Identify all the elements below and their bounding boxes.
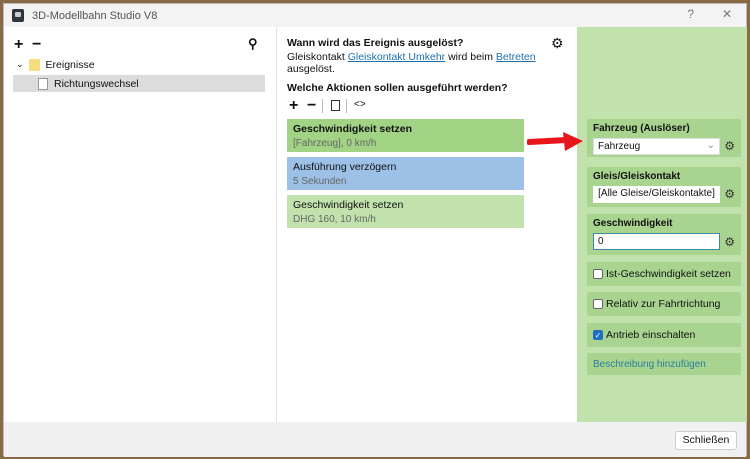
action-subtitle: [Fahrzeug], 0 km/h bbox=[293, 138, 377, 149]
add-action-icon[interactable]: + bbox=[289, 98, 298, 114]
close-dialog-button[interactable]: Schließen bbox=[675, 431, 737, 450]
properties-panel: Fahrzeug (Auslöser) Fahrzeug ⌄ ⚙ Gleis/Gl… bbox=[577, 27, 747, 422]
trigger-description: Gleiskontakt Gleiskontakt Umkehr wird be… bbox=[287, 51, 537, 75]
help-button[interactable]: ? bbox=[687, 7, 694, 21]
title-bar: 3D-Modellbahn Studio V8 ? ✕ bbox=[4, 4, 746, 27]
gear-icon[interactable]: ⚙ bbox=[724, 187, 735, 201]
action-title: Geschwindigkeit setzen bbox=[293, 199, 404, 211]
speed-label: Geschwindigkeit bbox=[593, 218, 673, 229]
event-tree-panel: + − ⚲ ⌄ Ereignisse Richtungswechsel bbox=[4, 27, 276, 422]
action-item[interactable]: Geschwindigkeit setzen [Fahrzeug], 0 km/h bbox=[287, 119, 524, 152]
window-title: 3D-Modellbahn Studio V8 bbox=[32, 9, 158, 22]
copy-icon[interactable] bbox=[331, 100, 340, 111]
close-button[interactable]: ✕ bbox=[722, 7, 732, 21]
action-title: Ausführung verzögern bbox=[293, 161, 397, 173]
action-item[interactable]: Ausführung verzögern 5 Sekunden bbox=[287, 157, 524, 190]
gear-icon[interactable]: ⚙ bbox=[724, 235, 735, 249]
code-icon[interactable]: <> bbox=[354, 99, 366, 110]
vehicle-value: Fahrzeug bbox=[598, 141, 641, 152]
action-subtitle: 5 Sekunden bbox=[293, 176, 347, 187]
track-field-card: Gleis/Gleiskontakt [Alle Gleise/Gleiskon… bbox=[587, 167, 741, 207]
event-detail-panel: Wann wird das Ereignis ausgelöst? ⚙ Glei… bbox=[277, 27, 577, 422]
add-description-link[interactable]: Beschreibung hinzufügen bbox=[593, 359, 706, 370]
folder-icon bbox=[28, 58, 40, 71]
text: ausgelöst. bbox=[287, 63, 335, 75]
add-icon[interactable]: + bbox=[14, 37, 23, 53]
speed-input[interactable]: 0 bbox=[593, 233, 720, 250]
tree-item-richtungswechsel[interactable]: Richtungswechsel bbox=[13, 75, 265, 92]
remove-icon[interactable]: − bbox=[32, 37, 41, 53]
text: wird beim bbox=[445, 51, 496, 63]
tree-item-ereignisse[interactable]: ⌄ Ereignisse bbox=[16, 56, 95, 73]
checkbox[interactable] bbox=[593, 269, 603, 280]
dialog-window: 3D-Modellbahn Studio V8 ? ✕ + − ⚲ ⌄ Erei… bbox=[3, 3, 747, 457]
gear-icon[interactable]: ⚙ bbox=[724, 139, 735, 153]
action-title: Geschwindigkeit setzen bbox=[293, 123, 413, 135]
checkbox-label: Relativ zur Fahrtrichtung bbox=[606, 298, 721, 310]
checkbox-relativ-fahrtrichtung[interactable]: Relativ zur Fahrtrichtung bbox=[587, 292, 741, 316]
track-label: Gleis/Gleiskontakt bbox=[593, 171, 681, 182]
checkbox-ist-geschwindigkeit[interactable]: Ist-Geschwindigkeit setzen bbox=[587, 262, 741, 286]
trigger-mode-link[interactable]: Betreten bbox=[496, 51, 536, 63]
document-icon bbox=[38, 77, 48, 90]
separator bbox=[322, 99, 323, 113]
gear-icon[interactable]: ⚙ bbox=[551, 35, 564, 52]
track-select[interactable]: [Alle Gleise/Gleiskontakte] bbox=[593, 186, 720, 203]
checkbox-label: Ist-Geschwindigkeit setzen bbox=[606, 268, 731, 280]
speed-field-card: Geschwindigkeit 0 ⚙ bbox=[587, 214, 741, 255]
action-item[interactable]: Geschwindigkeit setzen DHG 160, 10 km/h bbox=[287, 195, 524, 228]
separator bbox=[346, 99, 347, 113]
text: Gleiskontakt bbox=[287, 51, 348, 63]
tree-item-label: Ereignisse bbox=[45, 58, 95, 71]
vehicle-field-card: Fahrzeug (Auslöser) Fahrzeug ⌄ ⚙ bbox=[587, 119, 741, 157]
chevron-down-icon[interactable]: ⌄ bbox=[16, 59, 24, 70]
checkbox-antrieb-einschalten[interactable]: ✓ Antrieb einschalten bbox=[587, 323, 741, 347]
footer: Schließen bbox=[4, 422, 746, 457]
app-icon bbox=[12, 9, 24, 22]
checkbox[interactable] bbox=[593, 299, 603, 310]
trigger-contact-link[interactable]: Gleiskontakt Umkehr bbox=[348, 51, 445, 63]
search-icon[interactable]: ⚲ bbox=[248, 36, 258, 52]
action-subtitle: DHG 160, 10 km/h bbox=[293, 214, 376, 225]
remove-action-icon[interactable]: − bbox=[307, 98, 316, 114]
tree-item-label: Richtungswechsel bbox=[54, 77, 139, 90]
red-arrow-annotation bbox=[527, 132, 583, 151]
description-card: Beschreibung hinzufügen bbox=[587, 353, 741, 375]
trigger-heading: Wann wird das Ereignis ausgelöst? bbox=[287, 37, 464, 49]
checkbox-label: Antrieb einschalten bbox=[606, 329, 696, 341]
actions-heading: Welche Aktionen sollen ausgeführt werden… bbox=[287, 82, 508, 94]
vehicle-select[interactable]: Fahrzeug ⌄ bbox=[593, 138, 720, 155]
checkbox-checked[interactable]: ✓ bbox=[593, 330, 603, 341]
chevron-down-icon: ⌄ bbox=[706, 140, 715, 151]
vehicle-label: Fahrzeug (Auslöser) bbox=[593, 123, 690, 134]
